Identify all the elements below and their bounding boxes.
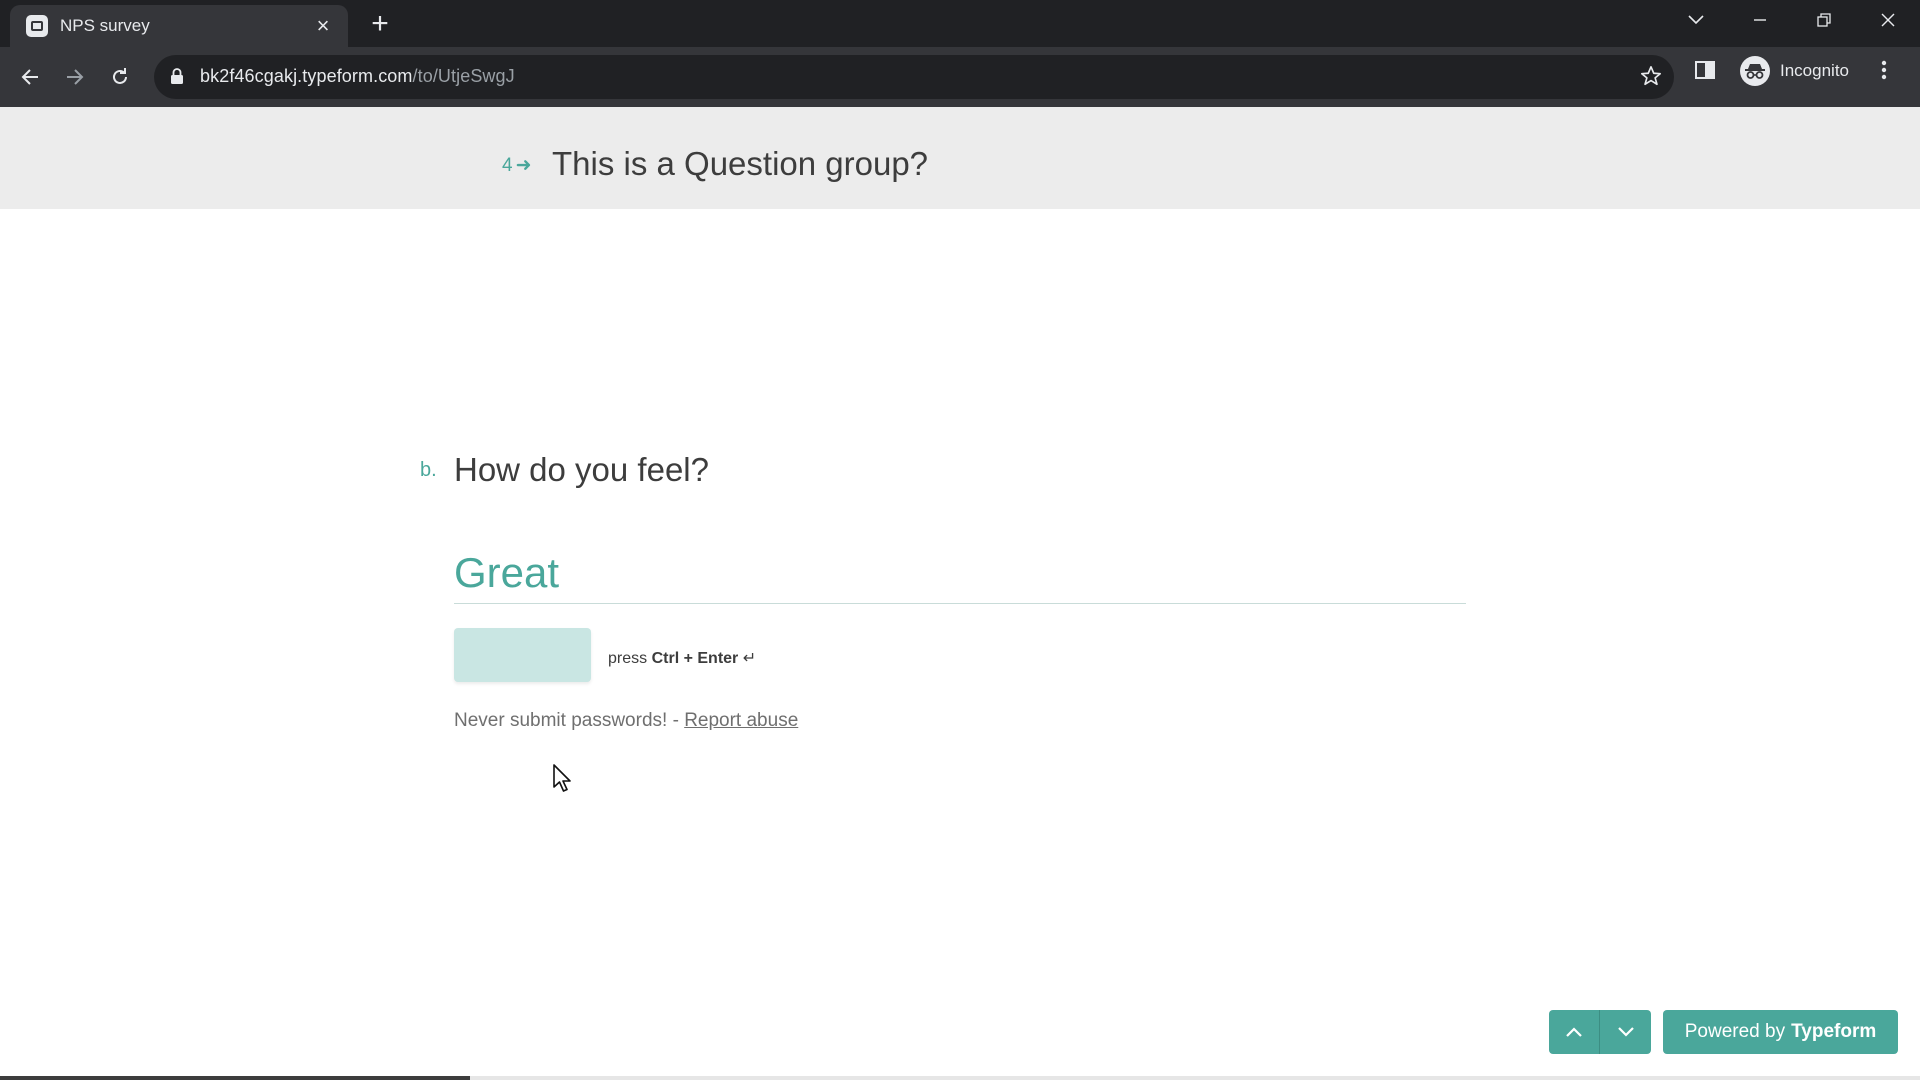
progress-bar bbox=[0, 1076, 1920, 1080]
new-tab-button[interactable]: + bbox=[364, 6, 396, 42]
browser-tab[interactable]: NPS survey × bbox=[10, 5, 348, 47]
reload-icon[interactable] bbox=[102, 59, 138, 95]
answer-input[interactable] bbox=[454, 542, 1466, 604]
restore-icon[interactable] bbox=[1792, 0, 1856, 40]
question-letter: b. bbox=[420, 459, 437, 481]
password-warning: Never submit passwords! - Report abuse bbox=[454, 710, 799, 731]
browser-menu-icon[interactable] bbox=[1880, 59, 1888, 86]
chevron-up-icon bbox=[1566, 1027, 1582, 1037]
group-arrow-icon: ➜ bbox=[515, 155, 532, 176]
back-icon[interactable] bbox=[12, 59, 48, 95]
typeform-favicon-icon bbox=[26, 15, 48, 37]
incognito-icon bbox=[1740, 56, 1770, 86]
group-title: This is a Question group? bbox=[552, 145, 929, 182]
question-title: How do you feel? bbox=[454, 451, 709, 488]
forward-icon[interactable] bbox=[57, 59, 93, 95]
window-controls bbox=[1664, 0, 1920, 40]
minimize-icon[interactable] bbox=[1728, 0, 1792, 40]
lock-icon[interactable] bbox=[170, 67, 184, 90]
previous-question-button[interactable] bbox=[1549, 1010, 1600, 1054]
url-host: bk2f46cgakj.typeform.com bbox=[200, 66, 413, 86]
side-panel-icon[interactable] bbox=[1694, 59, 1716, 86]
next-question-button[interactable] bbox=[1600, 1010, 1651, 1054]
url-path: /to/UtjeSwgJ bbox=[412, 66, 515, 86]
mouse-cursor-icon bbox=[553, 764, 573, 799]
bookmark-star-icon[interactable] bbox=[1640, 65, 1662, 92]
report-abuse-link[interactable]: Report abuse bbox=[684, 710, 798, 731]
address-bar[interactable]: bk2f46cgakj.typeform.com/to/UtjeSwgJ bbox=[154, 55, 1674, 99]
incognito-profile-button[interactable]: Incognito bbox=[1736, 53, 1861, 89]
incognito-label: Incognito bbox=[1780, 61, 1849, 80]
browser-toolbar: bk2f46cgakj.typeform.com/to/UtjeSwgJ Inc… bbox=[0, 47, 1920, 107]
progress-bar-fill bbox=[0, 1076, 471, 1080]
chevron-down-icon bbox=[1617, 1027, 1634, 1037]
typeform-page: 4 ➜ This is a Question group? b. How do y… bbox=[0, 107, 1920, 1080]
submit-button[interactable] bbox=[454, 628, 591, 682]
url-text: bk2f46cgakj.typeform.com/to/UtjeSwgJ bbox=[200, 66, 515, 87]
question-group-header: 4 ➜ This is a Question group? bbox=[0, 107, 1920, 209]
enter-icon: ↵ bbox=[742, 650, 757, 667]
tab-title: NPS survey bbox=[60, 16, 150, 35]
question-navigation bbox=[1549, 1010, 1651, 1054]
group-number: 4 ➜ bbox=[502, 155, 532, 176]
powered-by-typeform-button[interactable]: Powered by Typeform bbox=[1663, 1010, 1898, 1054]
hint-keys: Ctrl + Enter bbox=[651, 650, 739, 667]
close-window-icon[interactable] bbox=[1856, 0, 1920, 40]
tab-search-icon[interactable] bbox=[1664, 0, 1728, 40]
browser-tabbar: NPS survey × + bbox=[0, 0, 1920, 47]
keyboard-hint: press Ctrl + Enter ↵ bbox=[608, 650, 757, 667]
tab-close-icon[interactable]: × bbox=[312, 15, 334, 37]
